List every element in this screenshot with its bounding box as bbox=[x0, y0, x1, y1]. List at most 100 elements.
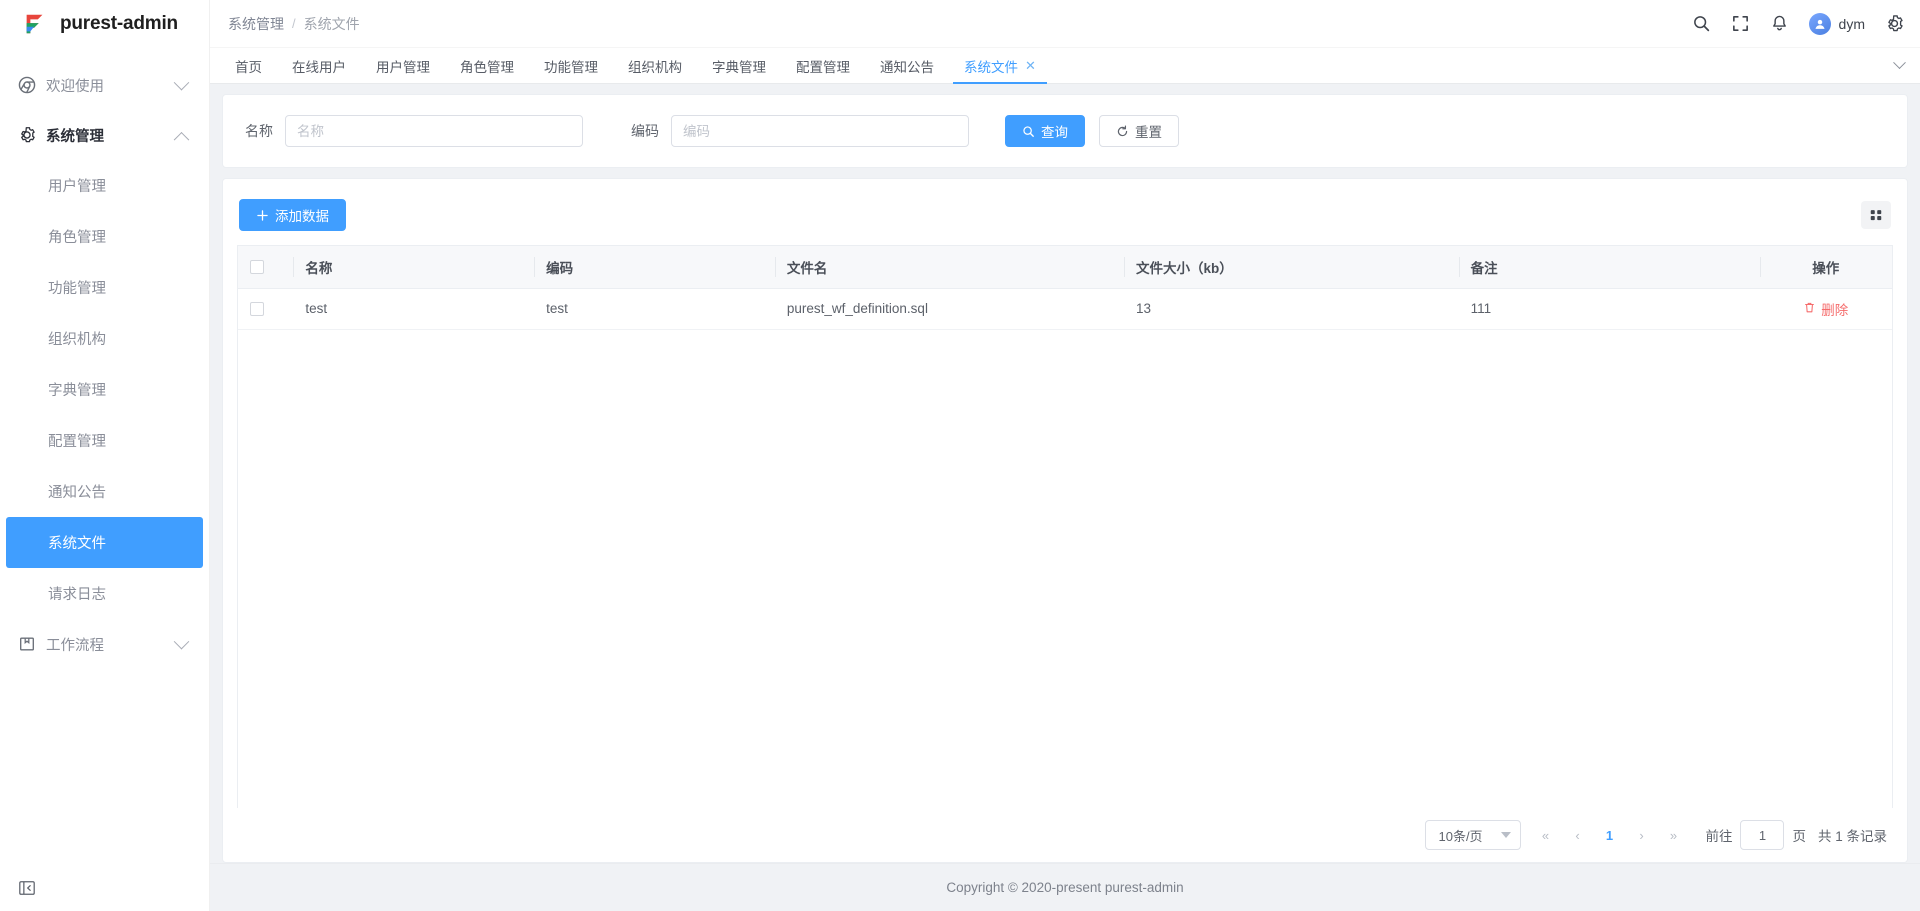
cell-name: test bbox=[293, 288, 535, 330]
tab-organization[interactable]: 组织机构 bbox=[613, 48, 697, 83]
query-button-label: 查询 bbox=[1041, 125, 1068, 140]
sidebar-item-label: 用户管理 bbox=[48, 179, 106, 195]
sidebar-group-label: 欢迎使用 bbox=[46, 78, 104, 95]
table-head: 名称 编码 文件名 文件大小（kb） 备注 操作 bbox=[238, 246, 1892, 289]
cell-remark: 111 bbox=[1458, 288, 1760, 330]
user-name: dym bbox=[1838, 15, 1865, 32]
sidebar-group-system[interactable]: 系统管理 bbox=[0, 110, 209, 160]
user-menu[interactable]: dym bbox=[1808, 12, 1865, 35]
sidebar-item-dictionary[interactable]: 字典管理 bbox=[6, 364, 203, 415]
sidebar-group-welcome[interactable]: 欢迎使用 bbox=[0, 60, 209, 110]
sidebar-item-label: 请求日志 bbox=[48, 587, 106, 603]
table-toolbar: 添加数据 bbox=[237, 193, 1893, 245]
tab-label: 在线用户 bbox=[292, 59, 346, 75]
sidebar-item-request-log[interactable]: 请求日志 bbox=[6, 568, 203, 619]
sidebar-item-system-files[interactable]: 系统文件 bbox=[6, 517, 203, 568]
app-root: purest-admin 欢迎使用 系统管理 用户管理 角色管理 功能管理 组织… bbox=[0, 0, 1920, 911]
table-row[interactable]: test test purest_wf_definition.sql 13 11… bbox=[238, 288, 1892, 330]
book-icon bbox=[18, 635, 36, 653]
delete-button[interactable]: 删除 bbox=[1803, 299, 1848, 319]
sidebar-item-role-management[interactable]: 角色管理 bbox=[6, 211, 203, 262]
sidebar-item-config-management[interactable]: 配置管理 bbox=[6, 415, 203, 466]
sidebar-item-organization[interactable]: 组织机构 bbox=[6, 313, 203, 364]
breadcrumb-item-1: 系统文件 bbox=[303, 15, 360, 32]
select-all-header bbox=[238, 246, 294, 289]
chevron-down-icon bbox=[173, 633, 190, 649]
sidebar-item-user-management[interactable]: 用户管理 bbox=[6, 160, 203, 211]
name-field-group: 名称 bbox=[245, 115, 583, 147]
breadcrumb-item-0[interactable]: 系统管理 bbox=[228, 14, 284, 34]
bell-icon[interactable] bbox=[1770, 14, 1789, 33]
add-data-button[interactable]: 添加数据 bbox=[239, 199, 346, 231]
page-jump: 前往 页 bbox=[1705, 820, 1806, 850]
tab-label: 首页 bbox=[235, 59, 262, 75]
search-icon[interactable] bbox=[1692, 14, 1711, 33]
sidebar-menu: 欢迎使用 系统管理 用户管理 角色管理 功能管理 组织机构 字典管理 配置管理 … bbox=[0, 48, 209, 865]
table-empty-space bbox=[238, 329, 1892, 808]
last-page-button[interactable]: » bbox=[1659, 821, 1687, 849]
tab-system-files[interactable]: 系统文件 ✕ bbox=[949, 48, 1051, 84]
tab-user-management[interactable]: 用户管理 bbox=[361, 48, 445, 83]
cell-code: test bbox=[534, 288, 775, 330]
sidebar-item-notice[interactable]: 通知公告 bbox=[6, 466, 203, 517]
chevron-up-icon bbox=[173, 131, 190, 148]
grid-view-icon[interactable] bbox=[1861, 201, 1891, 229]
data-table-wrapper: 名称 编码 文件名 文件大小（kb） 备注 操作 test test pures… bbox=[237, 245, 1893, 808]
main-area: 系统管理 / 系统文件 dym 首页 在线用户 用户管理 角色管理 功能管理 组… bbox=[210, 0, 1920, 911]
sidebar-item-function-management[interactable]: 功能管理 bbox=[6, 262, 203, 313]
page-jump-input[interactable] bbox=[1740, 820, 1785, 850]
row-checkbox[interactable] bbox=[250, 302, 264, 317]
sidebar-group-label: 系统管理 bbox=[46, 128, 104, 145]
code-label: 编码 bbox=[631, 123, 659, 139]
copyright-text: Copyright © 2020-present purest-admin bbox=[946, 880, 1184, 895]
select-all-checkbox[interactable] bbox=[250, 260, 264, 275]
column-header-name: 名称 bbox=[293, 246, 535, 289]
name-label: 名称 bbox=[245, 123, 273, 139]
tab-notice[interactable]: 通知公告 bbox=[865, 48, 949, 83]
sidebar-group-workflow[interactable]: 工作流程 bbox=[0, 619, 209, 669]
chrome-icon bbox=[18, 76, 36, 94]
delete-button-label: 删除 bbox=[1821, 302, 1849, 318]
brand[interactable]: purest-admin bbox=[0, 0, 209, 48]
row-select-cell bbox=[238, 288, 294, 330]
next-page-button[interactable]: › bbox=[1627, 821, 1655, 849]
tab-config-management[interactable]: 配置管理 bbox=[781, 48, 865, 83]
tab-label: 字典管理 bbox=[712, 59, 766, 75]
page-size-select[interactable]: 10条/页 bbox=[1425, 820, 1522, 850]
prev-page-button[interactable]: ‹ bbox=[1563, 821, 1591, 849]
tab-home[interactable]: 首页 bbox=[220, 48, 277, 83]
table-body: test test purest_wf_definition.sql 13 11… bbox=[238, 288, 1892, 330]
tab-dictionary[interactable]: 字典管理 bbox=[697, 48, 781, 83]
table-toolbar-actions bbox=[1861, 201, 1891, 229]
jump-prefix-label: 前往 bbox=[1705, 829, 1733, 844]
close-icon[interactable]: ✕ bbox=[1025, 59, 1036, 72]
tab-role-management[interactable]: 角色管理 bbox=[445, 48, 529, 83]
gear-icon[interactable] bbox=[1885, 14, 1904, 33]
sidebar-item-label: 组织机构 bbox=[48, 332, 106, 348]
tab-overflow-button[interactable] bbox=[1879, 48, 1920, 83]
fullscreen-icon[interactable] bbox=[1731, 14, 1750, 33]
sidebar-item-label: 通知公告 bbox=[48, 485, 106, 501]
tab-label: 组织机构 bbox=[628, 59, 682, 75]
collapse-sidebar-icon[interactable] bbox=[18, 879, 36, 897]
reset-button[interactable]: 重置 bbox=[1099, 115, 1179, 147]
sidebar-submenu-system: 用户管理 角色管理 功能管理 组织机构 字典管理 配置管理 通知公告 系统文件 … bbox=[0, 160, 209, 619]
tab-label: 功能管理 bbox=[544, 59, 598, 75]
refresh-icon bbox=[1116, 125, 1129, 138]
topbar: 系统管理 / 系统文件 dym bbox=[210, 0, 1920, 48]
breadcrumb: 系统管理 / 系统文件 bbox=[228, 14, 360, 34]
first-page-button[interactable]: « bbox=[1531, 821, 1559, 849]
page-number-1[interactable]: 1 bbox=[1595, 821, 1623, 849]
tab-online-users[interactable]: 在线用户 bbox=[277, 48, 361, 83]
query-button[interactable]: 查询 bbox=[1005, 115, 1085, 147]
plus-icon bbox=[256, 209, 269, 222]
tab-function-management[interactable]: 功能管理 bbox=[529, 48, 613, 83]
reset-button-label: 重置 bbox=[1135, 125, 1162, 140]
search-icon bbox=[1022, 125, 1035, 138]
jump-suffix-label: 页 bbox=[1792, 829, 1806, 844]
search-code-input[interactable] bbox=[671, 115, 969, 147]
column-header-operation: 操作 bbox=[1759, 246, 1892, 289]
pager: « ‹ 1 › » bbox=[1531, 821, 1687, 849]
breadcrumb-separator: / bbox=[292, 16, 296, 31]
search-name-input[interactable] bbox=[285, 115, 583, 147]
